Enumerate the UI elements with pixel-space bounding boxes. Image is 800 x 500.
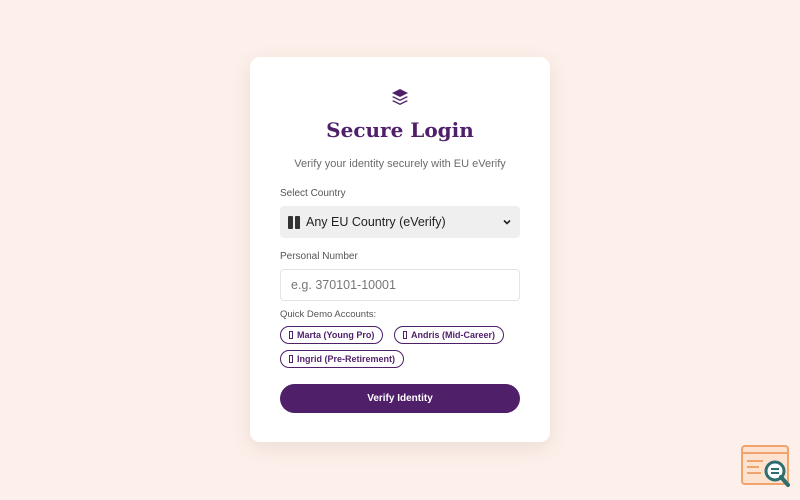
page-subtitle: Verify your identity securely with EU eV… [294,158,506,170]
demo-account-ingrid-button[interactable]: Ingrid (Pre-Retirement) [280,350,405,368]
demo-account-label: Ingrid (Pre-Retirement) [297,354,396,364]
verify-identity-button[interactable]: Verify Identity [280,384,520,413]
demo-account-label: Andris (Mid-Career) [411,330,496,340]
demo-accounts-label: Quick Demo Accounts: [280,309,377,320]
country-select-value: Any EU Country (eVerify) [306,215,446,229]
demo-account-marta-button[interactable]: Marta (Young Pro) [280,326,384,344]
login-card: Secure Login Verify your identity secure… [250,57,550,442]
country-label: Select Country [280,188,346,199]
page-title: Secure Login [326,118,474,142]
demo-account-label: Marta (Young Pro) [297,330,375,340]
layers-icon [392,89,408,105]
demo-account-andris-button[interactable]: Andris (Mid-Career) [394,326,505,344]
user-icon [289,355,293,363]
personal-number-label: Personal Number [280,251,358,262]
search-document-icon[interactable] [741,445,791,489]
user-icon [403,331,407,339]
user-icon [289,331,293,339]
flag-icon [288,215,300,229]
chevron-down-icon [503,219,511,225]
country-select[interactable]: Any EU Country (eVerify) [280,206,520,238]
personal-number-input[interactable] [280,269,520,301]
